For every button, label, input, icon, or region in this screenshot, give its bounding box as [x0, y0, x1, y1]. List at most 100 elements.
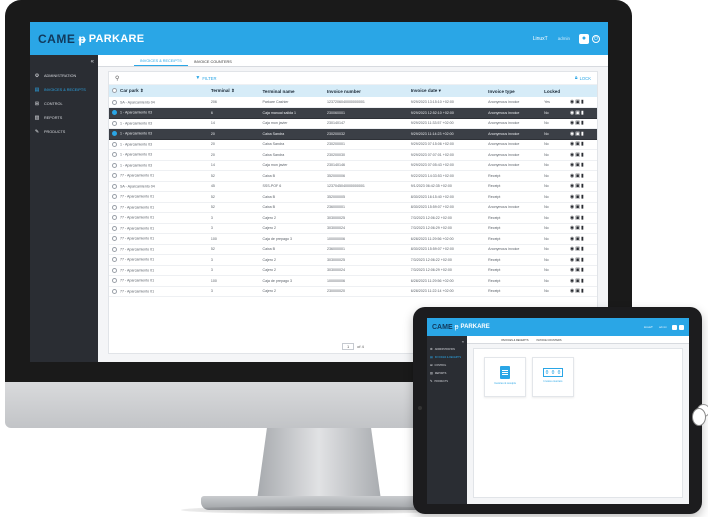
row-select-radio[interactable] — [112, 204, 117, 210]
view-icon[interactable]: ◉ — [570, 257, 574, 263]
download-icon[interactable]: ▣ — [575, 162, 580, 168]
lock-icon[interactable]: ▮ — [581, 141, 584, 147]
table-row[interactable]: 77 - Aparcamiento 01 100 Caja de prepago 3… — [109, 275, 597, 287]
table-row[interactable]: SA - Aparcamiento 04 45 SSS-POF 6 123704504… — [109, 181, 597, 192]
view-icon[interactable]: ◉ — [570, 267, 574, 273]
download-icon[interactable]: ▣ — [575, 288, 580, 294]
table-row[interactable]: 77 - Aparcamiento 01 3 Cajero 2 303000024 7/… — [109, 223, 597, 234]
download-icon[interactable]: ▣ — [575, 267, 580, 273]
view-icon[interactable]: ◉ — [570, 215, 574, 221]
tablet-sidebar-item-reports[interactable]: ▥ REPORTS — [427, 369, 467, 377]
tablet-sidebar-item-control[interactable]: ⊞ CONTROL — [427, 361, 467, 369]
settings-icon[interactable]: ● — [579, 33, 589, 44]
row-select-radio[interactable] — [112, 257, 117, 263]
lock-icon[interactable]: ▮ — [581, 236, 584, 242]
column-header-invoice-type[interactable]: Invoice type — [485, 85, 542, 97]
row-select-radio[interactable] — [112, 215, 117, 221]
table-row[interactable]: 1 - Aparcamiento 03 20 Caixa Sandra 2302000… — [109, 149, 597, 161]
tablet-user-name[interactable]: LinuxT — [644, 325, 653, 329]
power-icon[interactable]: ⏻ — [592, 34, 600, 43]
row-select-radio[interactable] — [112, 246, 117, 252]
table-row[interactable]: 1 - Aparcamiento 03 14 Caja mon javier 2301… — [109, 118, 597, 129]
view-icon[interactable]: ◉ — [570, 141, 574, 147]
row-select-radio[interactable] — [112, 267, 117, 273]
download-icon[interactable]: ▣ — [575, 141, 580, 147]
table-row[interactable]: 1 - Aparcamiento 03 20 Caixa Sandra 2302000… — [109, 128, 597, 140]
row-select-radio[interactable] — [112, 278, 117, 284]
sidebar-item-invoices-receipts[interactable]: ▤ INVOICES & RECEIPTS — [30, 83, 98, 97]
view-icon[interactable]: ◉ — [570, 225, 574, 231]
sidebar-item-control[interactable]: ⊞ CONTROL — [30, 97, 98, 111]
table-row[interactable]: 77 - Aparcamiento 01 3 Cajero 2 303000025 7/… — [109, 254, 597, 266]
view-icon[interactable]: ◉ — [570, 110, 574, 116]
sidebar-item-products[interactable]: ✎ PRODUCTS — [30, 125, 98, 139]
sidebar-item-reports[interactable]: ▥ REPORTS — [30, 111, 98, 125]
view-icon[interactable]: ◉ — [570, 246, 574, 252]
lock-icon[interactable]: ▮ — [581, 173, 584, 179]
download-icon[interactable]: ▣ — [575, 152, 580, 158]
download-icon[interactable]: ▣ — [575, 246, 580, 252]
user-name[interactable]: LinuxT — [533, 36, 548, 42]
select-all-radio[interactable] — [112, 88, 117, 94]
tablet-tab-invoices-receipts[interactable]: INVOICES & RECEIPTS — [497, 339, 533, 343]
table-row[interactable]: SA - Aparcamiento 04 206 Parkare Cashier 12… — [109, 97, 597, 108]
download-icon[interactable]: ▣ — [575, 204, 580, 210]
download-icon[interactable]: ▣ — [575, 131, 580, 137]
filter-button[interactable]: ▼ FILTER — [195, 75, 216, 81]
lock-icon[interactable]: ▮ — [581, 99, 584, 105]
row-select-radio[interactable] — [112, 225, 117, 231]
lock-icon[interactable]: ▮ — [581, 152, 584, 158]
table-row[interactable]: 77 - Aparcamiento 01 3 Cajero 2 303000024 7/… — [109, 265, 597, 276]
row-select-radio[interactable] — [112, 194, 117, 200]
view-icon[interactable]: ◉ — [570, 173, 574, 179]
download-icon[interactable]: ▣ — [575, 120, 580, 126]
download-icon[interactable]: ▣ — [575, 236, 580, 242]
column-header-car-park[interactable]: Car park ⇕ — [109, 85, 208, 97]
table-row[interactable]: 1 - Aparcamiento 03 14 Caja mon javier 2301… — [109, 160, 597, 171]
lock-icon[interactable]: ▮ — [581, 257, 584, 263]
row-select-radio[interactable] — [112, 99, 117, 105]
lock-icon[interactable]: ▮ — [581, 204, 584, 210]
row-select-radio[interactable] — [112, 141, 117, 147]
tile-invoices-receipts[interactable]: Invoices & receipts — [484, 357, 526, 397]
view-icon[interactable]: ◉ — [570, 278, 574, 284]
column-header-terminal[interactable]: Terminal ⇕ — [207, 85, 260, 97]
download-icon[interactable]: ▣ — [575, 257, 580, 263]
lock-icon[interactable]: ▮ — [581, 225, 584, 231]
download-icon[interactable]: ▣ — [575, 110, 580, 116]
tablet-tab-invoice-counters[interactable]: INVOICE COUNTERS — [533, 339, 566, 343]
download-icon[interactable]: ▣ — [575, 173, 580, 179]
tablet-power-icon[interactable] — [679, 324, 684, 330]
download-icon[interactable]: ▣ — [575, 99, 580, 105]
row-select-radio[interactable] — [112, 162, 117, 168]
download-icon[interactable]: ▣ — [575, 183, 580, 189]
table-row[interactable]: 77 - Aparcamiento 01 3 Cajero 2 230000020 6/… — [109, 286, 597, 297]
tablet-sidebar-item-products[interactable]: ✎ PRODUCTS — [427, 377, 467, 385]
lock-icon[interactable]: ▮ — [581, 120, 584, 126]
tablet-sidebar-item-administration[interactable]: ⚙ ADMINISTRATION — [427, 345, 467, 353]
view-icon[interactable]: ◉ — [570, 194, 574, 200]
lock-icon[interactable]: ▮ — [581, 278, 584, 284]
table-row[interactable]: 77 - Aparcamiento 01 52 Caixa B 236000001 8/… — [109, 202, 597, 213]
table-row[interactable]: 77 - Aparcamiento 01 3 Cajero 2 303000025 7/… — [109, 212, 597, 224]
column-header-terminal-name[interactable]: Terminal name — [259, 85, 324, 97]
row-select-radio[interactable] — [112, 288, 117, 294]
row-select-radio[interactable] — [112, 236, 117, 242]
lock-icon[interactable]: ▮ — [581, 183, 584, 189]
column-header-invoice-date[interactable]: Invoice date ▾ — [407, 85, 486, 97]
download-icon[interactable]: ▣ — [575, 225, 580, 231]
row-select-radio[interactable] — [112, 120, 117, 126]
lock-icon[interactable]: ▮ — [581, 246, 584, 252]
lock-icon[interactable]: ▮ — [581, 131, 584, 137]
view-icon[interactable]: ◉ — [570, 99, 574, 105]
view-icon[interactable]: ◉ — [570, 131, 574, 137]
table-row[interactable]: 77 - Aparcamiento 01 52 Caixa B 352000006 9/… — [109, 170, 597, 182]
lock-icon[interactable]: ▮ — [581, 110, 584, 116]
lock-icon[interactable]: ▮ — [581, 288, 584, 294]
view-icon[interactable]: ◉ — [570, 288, 574, 294]
view-icon[interactable]: ◉ — [570, 236, 574, 242]
lock-icon[interactable]: ▮ — [581, 194, 584, 200]
view-icon[interactable]: ◉ — [570, 152, 574, 158]
view-icon[interactable]: ◉ — [570, 204, 574, 210]
tablet-settings-icon[interactable] — [672, 324, 677, 330]
